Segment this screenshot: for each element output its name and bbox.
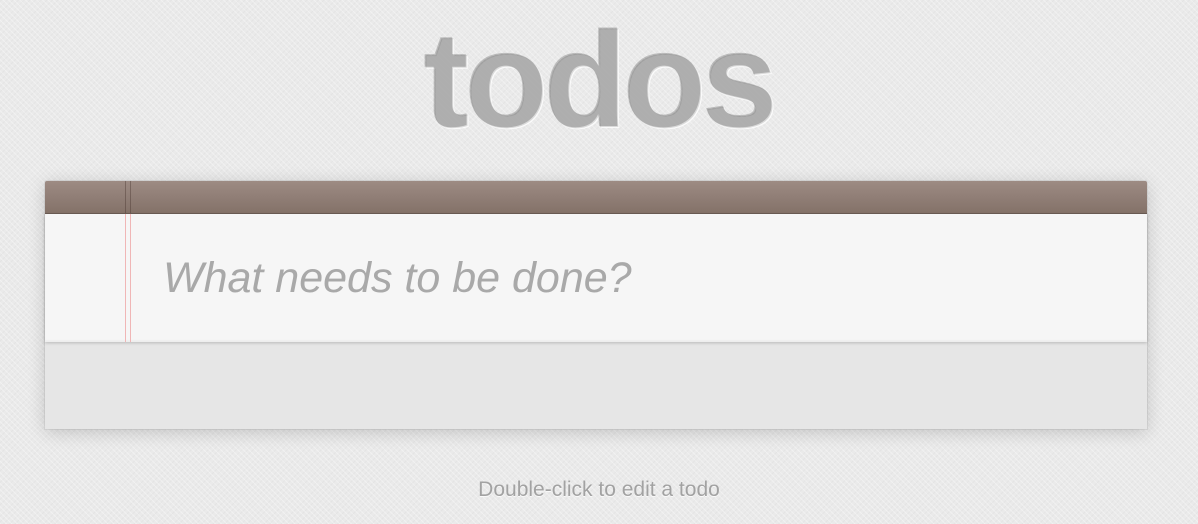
header-bar bbox=[45, 181, 1147, 214]
app-title: todos bbox=[423, 4, 778, 156]
new-todo-input[interactable] bbox=[163, 248, 1123, 308]
notebook-margin-line bbox=[130, 214, 131, 342]
info-footer: Double-click to edit a todo bbox=[478, 478, 720, 501]
header-margin-line bbox=[130, 181, 131, 213]
todo-app-panel bbox=[45, 181, 1147, 429]
new-todo-row bbox=[45, 214, 1147, 342]
header-margin-line bbox=[125, 181, 126, 213]
notebook-margin-line bbox=[125, 214, 126, 342]
